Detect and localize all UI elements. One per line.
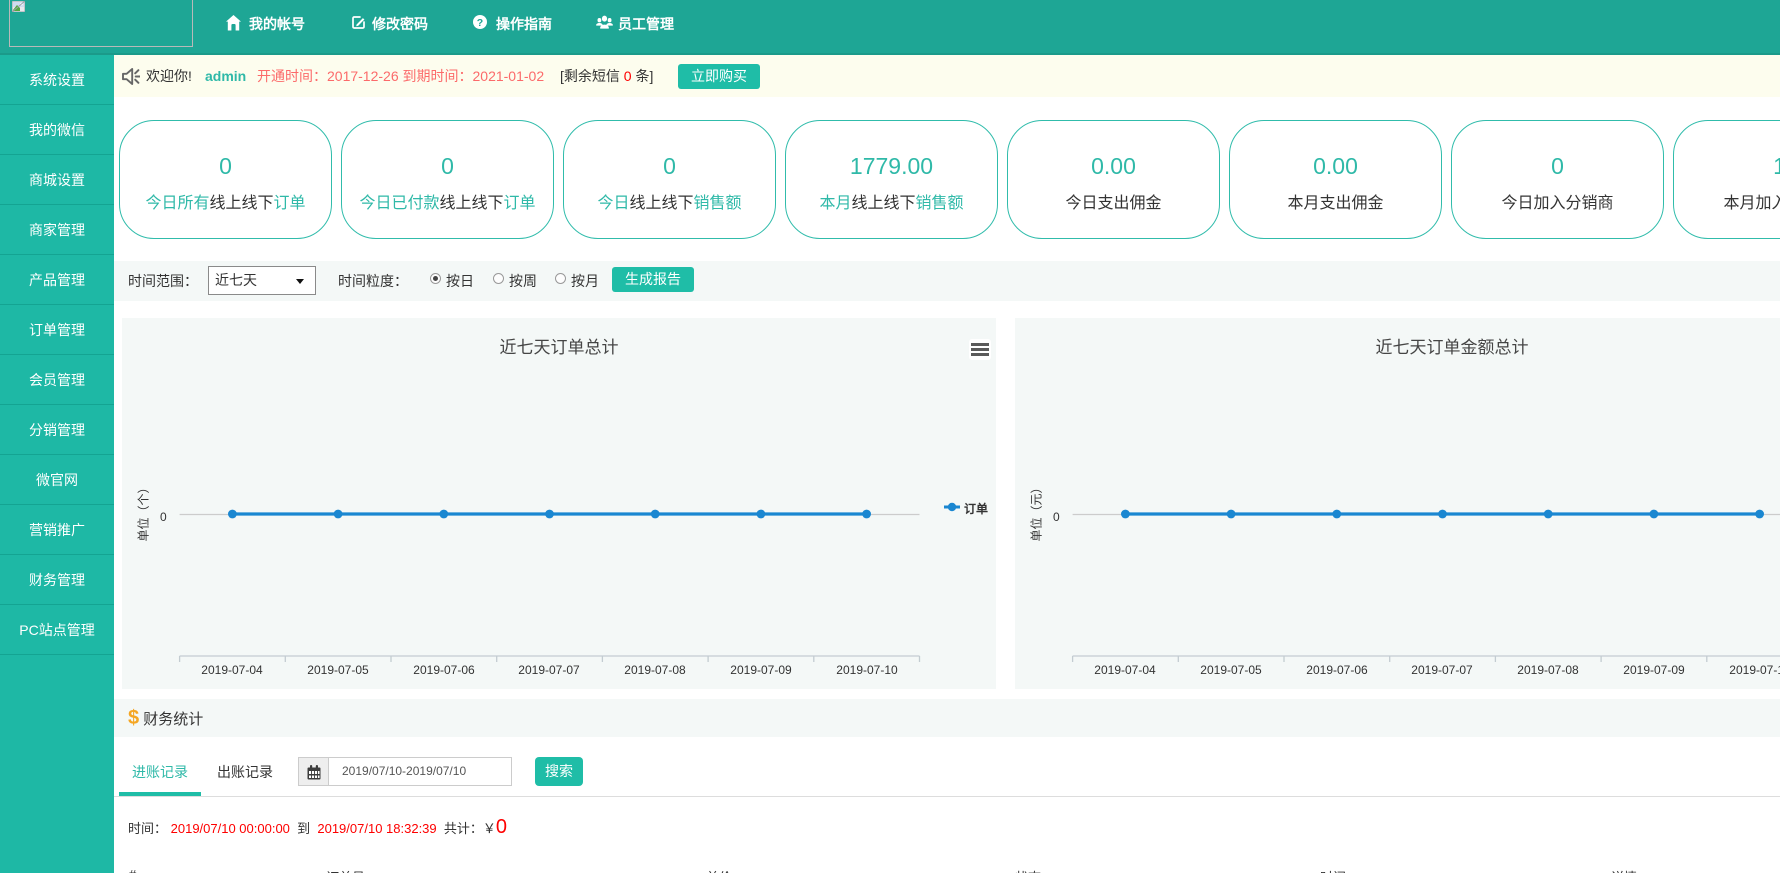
svg-text:?: ?	[477, 17, 483, 29]
